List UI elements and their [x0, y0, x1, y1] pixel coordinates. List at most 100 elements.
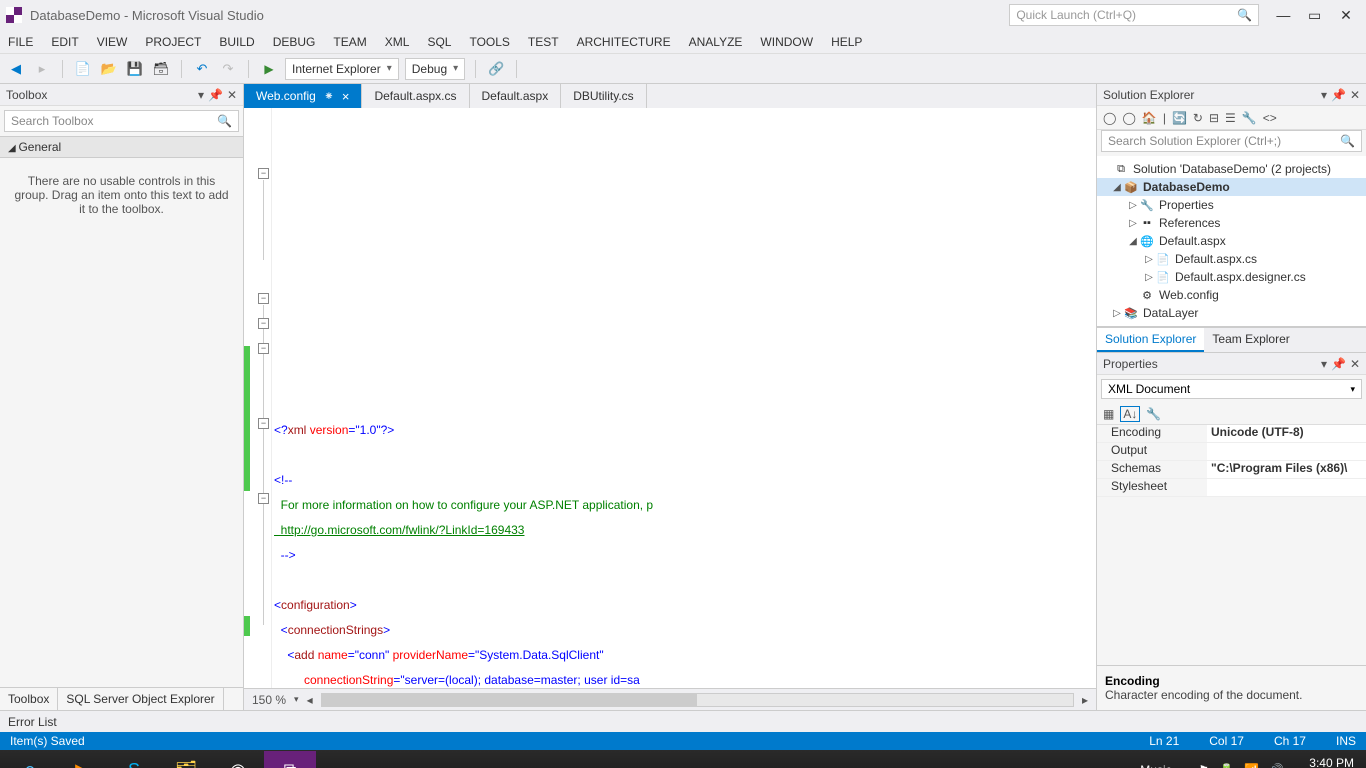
code-editor[interactable]: − − − − − − <?xml version="1.0"?> <!-- F…: [244, 108, 1096, 688]
redo-button[interactable]: ↷: [218, 59, 238, 79]
tray-chevron-icon[interactable]: «: [1182, 763, 1189, 768]
close-panel-icon[interactable]: ✕: [227, 88, 237, 102]
properties-object-dropdown[interactable]: XML Document ▾: [1101, 379, 1362, 399]
forward-button[interactable]: ▸: [32, 59, 52, 79]
menu-team[interactable]: TEAM: [333, 35, 366, 49]
refresh-icon[interactable]: ↻: [1193, 111, 1203, 125]
horizontal-scrollbar[interactable]: [321, 693, 1074, 707]
minimize-button[interactable]: —: [1269, 7, 1297, 23]
collapse-icon[interactable]: ⊟: [1209, 111, 1219, 125]
tree-item[interactable]: ▷📄Default.aspx.designer.cs: [1097, 268, 1366, 286]
tab-toolbox[interactable]: Toolbox: [0, 688, 58, 710]
sync-icon[interactable]: 🔄: [1172, 111, 1187, 125]
solution-tree[interactable]: ⧉ Solution 'DatabaseDemo' (2 projects) ◢…: [1097, 156, 1366, 327]
quick-launch-input[interactable]: Quick Launch (Ctrl+Q) 🔍: [1009, 4, 1259, 26]
tray-music[interactable]: Music: [1140, 763, 1171, 768]
taskbar-skype-icon[interactable]: S: [108, 751, 160, 768]
dropdown-icon[interactable]: ▾: [198, 88, 204, 102]
pin-icon[interactable]: 📌: [1331, 357, 1346, 371]
property-row[interactable]: Output: [1097, 443, 1366, 461]
close-icon[interactable]: ×: [342, 89, 350, 104]
property-row[interactable]: EncodingUnicode (UTF-8): [1097, 425, 1366, 443]
menu-xml[interactable]: XML: [385, 35, 410, 49]
menu-file[interactable]: FILE: [8, 35, 33, 49]
tray-battery-icon[interactable]: 🔋: [1219, 763, 1234, 768]
tab-web-config[interactable]: Web.config⁕×: [244, 84, 362, 108]
save-button[interactable]: 💾: [125, 59, 145, 79]
solution-root[interactable]: ⧉ Solution 'DatabaseDemo' (2 projects): [1097, 160, 1366, 178]
property-row[interactable]: Stylesheet: [1097, 479, 1366, 497]
tree-item[interactable]: ◢📦DatabaseDemo: [1097, 178, 1366, 196]
tray-network-icon[interactable]: 📶: [1244, 763, 1259, 768]
dropdown-icon[interactable]: ▾: [1321, 88, 1327, 102]
tray-volume-icon[interactable]: 🔊: [1269, 763, 1284, 768]
toolbox-group-general[interactable]: General: [0, 136, 243, 158]
menu-edit[interactable]: EDIT: [51, 35, 78, 49]
menu-build[interactable]: BUILD: [219, 35, 254, 49]
chevron-down-icon[interactable]: ▾: [294, 694, 299, 705]
config-dropdown[interactable]: Debug▾: [405, 58, 465, 80]
menu-debug[interactable]: DEBUG: [273, 35, 316, 49]
properties-icon[interactable]: 🔧: [1242, 111, 1257, 125]
file-icon: ⚙: [1139, 288, 1155, 302]
alphabetical-icon[interactable]: A↓: [1120, 406, 1140, 422]
menu-project[interactable]: PROJECT: [145, 35, 201, 49]
save-all-button[interactable]: 🗃: [151, 59, 171, 79]
open-button[interactable]: 📂: [99, 59, 119, 79]
maximize-button[interactable]: ▭: [1301, 7, 1329, 24]
menu-sql[interactable]: SQL: [427, 35, 451, 49]
tree-item[interactable]: ◢🌐Default.aspx: [1097, 232, 1366, 250]
code-icon[interactable]: <>: [1263, 111, 1277, 125]
property-pages-icon[interactable]: 🔧: [1146, 407, 1161, 421]
menu-window[interactable]: WINDOW: [760, 35, 813, 49]
property-desc-title: Encoding: [1105, 674, 1358, 688]
error-list-tab[interactable]: Error List: [0, 710, 1366, 732]
close-panel-icon[interactable]: ✕: [1350, 357, 1360, 371]
tab-default-aspx-cs[interactable]: Default.aspx.cs: [362, 84, 469, 108]
properties-header: Properties ▾📌✕: [1097, 353, 1366, 375]
tree-item[interactable]: ▷🔧Properties: [1097, 196, 1366, 214]
pin-icon[interactable]: 📌: [1331, 88, 1346, 102]
tree-item[interactable]: ▷▪▪References: [1097, 214, 1366, 232]
taskbar-mediaplayer-icon[interactable]: ▶: [56, 751, 108, 768]
tab-default-aspx[interactable]: Default.aspx: [470, 84, 562, 108]
zoom-level[interactable]: 150 %: [252, 693, 286, 707]
tree-item[interactable]: ⚙Web.config: [1097, 286, 1366, 304]
back-button[interactable]: ◀: [6, 59, 26, 79]
tab-team-explorer[interactable]: Team Explorer: [1204, 328, 1297, 352]
tab-dbutility-cs[interactable]: DBUtility.cs: [561, 84, 646, 108]
menu-analyze[interactable]: ANALYZE: [689, 35, 743, 49]
back-icon[interactable]: ◯: [1103, 111, 1116, 125]
close-panel-icon[interactable]: ✕: [1350, 88, 1360, 102]
taskbar-vs-icon[interactable]: ⧉: [264, 751, 316, 768]
menu-test[interactable]: TEST: [528, 35, 559, 49]
close-button[interactable]: ✕: [1332, 7, 1360, 24]
undo-button[interactable]: ↶: [192, 59, 212, 79]
taskbar-ie-icon[interactable]: e: [4, 751, 56, 768]
show-all-icon[interactable]: ☰: [1225, 111, 1236, 125]
run-target-dropdown[interactable]: Internet Explorer▾: [285, 58, 399, 80]
taskbar-explorer-icon[interactable]: 🗂: [160, 751, 212, 768]
menu-architecture[interactable]: ARCHITECTURE: [577, 35, 671, 49]
property-row[interactable]: Schemas"C:\Program Files (x86)\: [1097, 461, 1366, 479]
tray-clock[interactable]: 3:40 PM 10/24/2013: [1294, 757, 1354, 768]
toolbox-search-input[interactable]: Search Toolbox 🔍: [4, 110, 239, 132]
tab-solution-explorer[interactable]: Solution Explorer: [1097, 328, 1204, 352]
new-project-button[interactable]: 📄: [73, 59, 93, 79]
menu-view[interactable]: VIEW: [97, 35, 128, 49]
tray-flag-icon[interactable]: ⚑: [1198, 763, 1209, 768]
forward-icon[interactable]: ◯: [1122, 111, 1135, 125]
tree-item[interactable]: ▷📄Default.aspx.cs: [1097, 250, 1366, 268]
menu-help[interactable]: HELP: [831, 35, 862, 49]
dropdown-icon[interactable]: ▾: [1321, 357, 1327, 371]
tab-sql-server-object-explorer[interactable]: SQL Server Object Explorer: [58, 688, 223, 710]
taskbar-chrome-icon[interactable]: ◉: [212, 751, 264, 768]
start-button[interactable]: ▶: [259, 59, 279, 79]
browser-link-button[interactable]: 🔗: [486, 59, 506, 79]
menu-tools[interactable]: TOOLS: [469, 35, 509, 49]
solution-search-input[interactable]: Search Solution Explorer (Ctrl+;) 🔍: [1101, 130, 1362, 152]
pin-icon[interactable]: 📌: [208, 88, 223, 102]
tree-item[interactable]: ▷📚DataLayer: [1097, 304, 1366, 322]
categorized-icon[interactable]: ▦: [1103, 407, 1114, 421]
home-icon[interactable]: 🏠: [1142, 111, 1157, 125]
